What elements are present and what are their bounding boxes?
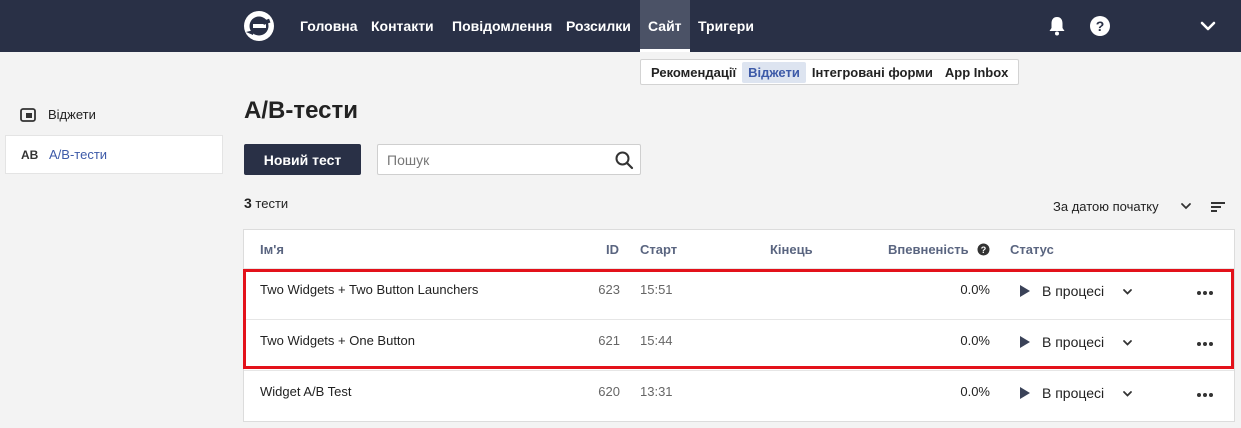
ab-badge: AB [21,147,39,162]
site-subnav: Рекомендації Віджети Інтегровані форми A… [640,59,1020,85]
column-header-start[interactable]: Старт [640,242,677,257]
more-options-icon[interactable] [1196,341,1214,347]
test-id: 620 [598,384,620,399]
svg-text:?: ? [1096,18,1105,34]
search-box [377,144,641,175]
nav-site[interactable]: Сайт [640,0,690,52]
nav-messages[interactable]: Повідомлення [452,0,552,52]
play-icon [1020,336,1030,348]
test-count: 3 тести [244,195,288,211]
test-name[interactable]: Two Widgets + One Button [260,333,415,348]
new-test-button[interactable]: Новий тест [244,144,361,175]
table-row[interactable]: Widget A/B Test 620 13:31 0.0% В процесі [244,370,1234,421]
status-label: В процесі [1042,283,1105,299]
test-id: 623 [598,282,620,297]
chevron-down-icon[interactable] [1122,337,1133,348]
column-header-confidence[interactable]: Впевненість ? [888,242,990,257]
nav-campaigns[interactable]: Розсилки [566,0,631,52]
chevron-down-icon[interactable] [1122,388,1133,399]
sidebar-item-label: Віджети [48,107,96,122]
sidebar-item-widgets[interactable]: Віджети [5,95,223,134]
more-options-icon[interactable] [1196,392,1214,398]
table-row[interactable]: Two Widgets + Two Button Launchers 623 1… [244,268,1234,319]
subnav-recommendations[interactable]: Рекомендації [645,62,742,83]
test-count-number: 3 [244,195,252,211]
status-label: В процесі [1042,334,1105,350]
chevron-down-icon[interactable] [1199,17,1217,35]
chevron-down-icon[interactable] [1122,286,1133,297]
status-dropdown[interactable]: В процесі [1020,334,1133,350]
test-start: 13:31 [640,384,673,399]
test-start: 15:44 [640,333,673,348]
status-label: В процесі [1042,385,1105,401]
search-input[interactable] [378,145,598,174]
nav-contacts[interactable]: Контакти [371,0,434,52]
subnav-integrated-forms[interactable]: Інтегровані форми [806,62,939,83]
test-count-label: тести [255,196,289,211]
test-name[interactable]: Widget A/B Test [260,384,352,399]
search-icon[interactable] [614,150,634,170]
test-confidence: 0.0% [960,384,990,399]
column-header-confidence-label: Впевненість [888,242,969,257]
sort-order-icon[interactable] [1211,201,1225,213]
logo-icon[interactable] [243,10,275,42]
top-navbar: Головна Контакти Повідомлення Розсилки С… [0,0,1241,52]
help-icon[interactable]: ? [1089,15,1111,37]
subnav-app-inbox[interactable]: App Inbox [939,62,1015,83]
column-header-status[interactable]: Статус [1010,242,1054,257]
sort-dropdown[interactable]: За датою початку [1053,199,1159,214]
status-dropdown[interactable]: В процесі [1020,385,1133,401]
chevron-down-icon[interactable] [1180,200,1192,212]
nav-home[interactable]: Головна [300,0,358,52]
svg-text:?: ? [980,245,986,255]
test-id: 621 [598,333,620,348]
column-header-name[interactable]: Ім'я [260,242,284,257]
sidebar-item-ab-tests[interactable]: AB A/B-тести [5,135,223,174]
sidebar-item-label: A/B-тести [49,147,108,162]
test-confidence: 0.0% [960,333,990,348]
play-icon [1020,387,1030,399]
test-start: 15:51 [640,282,673,297]
status-dropdown[interactable]: В процесі [1020,283,1133,299]
ab-tests-table: Ім'я ID Старт Кінець Впевненість ? Стату… [243,229,1235,422]
test-name[interactable]: Two Widgets + Two Button Launchers [260,282,478,297]
nav-triggers[interactable]: Тригери [698,0,754,52]
column-header-end[interactable]: Кінець [770,242,813,257]
test-confidence: 0.0% [960,282,990,297]
help-icon[interactable]: ? [977,243,990,256]
column-header-id[interactable]: ID [606,242,619,257]
play-icon [1020,285,1030,297]
table-row[interactable]: Two Widgets + One Button 621 15:44 0.0% … [244,319,1234,370]
page-title: A/B-тести [244,97,358,124]
more-options-icon[interactable] [1196,290,1214,296]
widget-icon [20,107,48,122]
subnav-widgets[interactable]: Віджети [742,61,806,83]
bell-icon[interactable] [1046,15,1068,37]
